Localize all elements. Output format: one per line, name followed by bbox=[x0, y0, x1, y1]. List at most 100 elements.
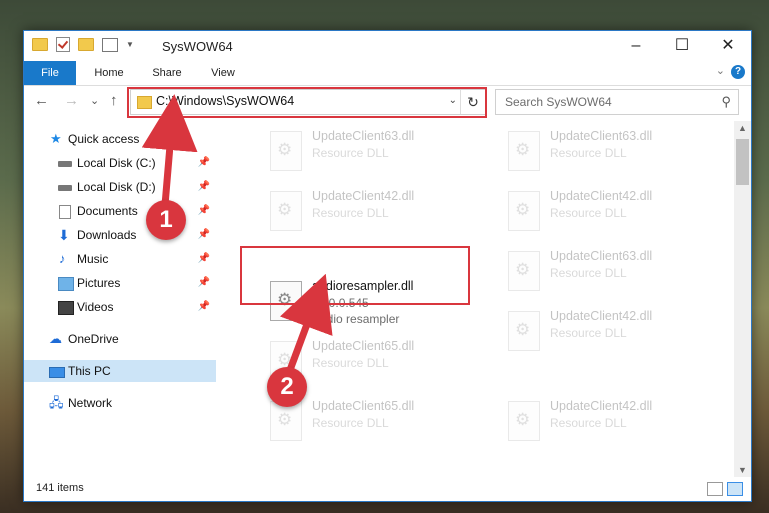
navigation-pane: ★ Quick access Local Disk (C:) 📌 Local D… bbox=[24, 121, 216, 477]
scrollbar-thumb[interactable] bbox=[736, 139, 749, 185]
file-description: Resource DLL bbox=[550, 416, 627, 430]
window-title: SysWOW64 bbox=[162, 39, 233, 54]
file-tile[interactable]: UpdateClient63.dll Resource DLL bbox=[264, 129, 494, 179]
recent-locations-button[interactable]: ⌄ bbox=[90, 94, 99, 107]
file-description: Resource DLL bbox=[550, 206, 627, 220]
sidebar-item-documents[interactable]: Documents 📌 bbox=[24, 200, 216, 222]
dll-file-icon bbox=[270, 131, 302, 171]
pin-icon[interactable]: 📌 bbox=[198, 248, 210, 270]
sidebar-item-label: OneDrive bbox=[68, 332, 119, 346]
details-view-icon[interactable] bbox=[707, 482, 723, 496]
step-1-badge: 1 bbox=[146, 200, 186, 240]
title-bar: ▼ SysWOW64 – ☐ ✕ bbox=[24, 31, 751, 61]
dll-file-icon bbox=[508, 311, 540, 351]
file-name: UpdateClient63.dll bbox=[550, 129, 653, 143]
pin-icon[interactable]: 📌 bbox=[198, 152, 210, 174]
file-tile[interactable]: UpdateClient42.dll Resource DLL bbox=[264, 189, 494, 239]
dll-file-icon bbox=[508, 131, 540, 171]
pin-icon[interactable]: 📌 bbox=[198, 272, 210, 294]
maximize-button[interactable]: ☐ bbox=[659, 31, 705, 61]
address-highlight-box bbox=[127, 87, 487, 118]
file-description: Resource DLL bbox=[550, 326, 627, 340]
ribbon-tabs: File Home Share View ⌄ ? bbox=[24, 61, 751, 86]
tab-file[interactable]: File bbox=[24, 61, 76, 85]
back-button[interactable]: ← bbox=[34, 92, 49, 109]
close-button[interactable]: ✕ bbox=[705, 31, 751, 61]
file-name: UpdateClient65.dll bbox=[312, 339, 415, 353]
file-tile[interactable]: UpdateClient42.dll Resource DLL bbox=[502, 399, 732, 449]
file-tile[interactable]: UpdateClient63.dll Resource DLL bbox=[502, 249, 732, 299]
sidebar-item-label: Downloads bbox=[77, 228, 137, 242]
sidebar-item-label: Documents bbox=[77, 204, 138, 218]
file-name: UpdateClient42.dll bbox=[312, 189, 415, 203]
sidebar-item-music[interactable]: ♪ Music 📌 bbox=[24, 248, 216, 270]
star-icon: ★ bbox=[50, 131, 62, 146]
download-icon: ⬇ bbox=[58, 227, 70, 243]
sidebar-item-label: Music bbox=[77, 252, 109, 266]
sidebar-item-onedrive[interactable]: ☁ OneDrive bbox=[24, 328, 216, 350]
file-name: UpdateClient42.dll bbox=[550, 399, 653, 413]
tab-home[interactable]: Home bbox=[84, 61, 134, 85]
qat-dropdown-icon[interactable]: ▼ bbox=[126, 40, 134, 49]
file-tile[interactable]: UpdateClient63.dll Resource DLL bbox=[502, 129, 732, 179]
item-count: 141 items bbox=[36, 482, 84, 494]
quick-access-toolbar: ▼ bbox=[32, 37, 134, 52]
pin-icon[interactable]: 📌 bbox=[198, 200, 210, 222]
vertical-scrollbar[interactable]: ▲ ▼ bbox=[734, 121, 751, 477]
pin-icon[interactable]: 📌 bbox=[198, 296, 210, 318]
file-name: UpdateClient65.dll bbox=[312, 399, 415, 413]
customize-icon[interactable] bbox=[102, 37, 118, 52]
sidebar-item-label: Videos bbox=[77, 300, 114, 314]
up-button[interactable]: ↑ bbox=[110, 92, 118, 109]
scroll-down-icon[interactable]: ▼ bbox=[734, 465, 751, 475]
status-bar: 141 items bbox=[24, 477, 751, 501]
sidebar-item-quick-access[interactable]: ★ Quick access bbox=[24, 128, 216, 150]
sidebar-item-this-pc[interactable]: This PC bbox=[24, 360, 216, 382]
folder-icon bbox=[32, 38, 48, 51]
cloud-icon: ☁ bbox=[49, 331, 62, 346]
file-description: Audio resampler bbox=[312, 312, 400, 326]
pin-icon[interactable]: 📌 bbox=[198, 224, 210, 246]
file-description: Resource DLL bbox=[550, 266, 627, 280]
pictures-icon bbox=[58, 277, 74, 291]
pin-icon[interactable]: 📌 bbox=[198, 176, 210, 198]
sidebar-item-downloads[interactable]: ⬇ Downloads 📌 bbox=[24, 224, 216, 246]
dll-file-icon bbox=[508, 251, 540, 291]
file-highlight-box bbox=[240, 246, 470, 305]
minimize-button[interactable]: – bbox=[613, 31, 659, 61]
sidebar-item-label: Local Disk (C:) bbox=[77, 156, 156, 170]
file-description: Resource DLL bbox=[312, 146, 389, 160]
tab-share[interactable]: Share bbox=[142, 61, 192, 85]
properties-check-icon[interactable] bbox=[56, 37, 70, 52]
dll-file-icon bbox=[508, 191, 540, 231]
tiles-view-icon[interactable] bbox=[727, 482, 743, 496]
dll-file-icon bbox=[508, 401, 540, 441]
tab-view[interactable]: View bbox=[198, 61, 248, 85]
file-tile[interactable]: UpdateClient65.dll Resource DLL bbox=[264, 399, 494, 449]
sidebar-item-local-disk-d[interactable]: Local Disk (D:) 📌 bbox=[24, 176, 216, 198]
sidebar-item-videos[interactable]: Videos 📌 bbox=[24, 296, 216, 318]
search-icon[interactable]: ⚲ bbox=[721, 94, 731, 110]
sidebar-item-label: Local Disk (D:) bbox=[77, 180, 156, 194]
scroll-up-icon[interactable]: ▲ bbox=[734, 123, 751, 133]
help-icon[interactable]: ? bbox=[731, 65, 745, 79]
forward-button[interactable]: → bbox=[64, 92, 79, 109]
file-name: UpdateClient42.dll bbox=[550, 309, 653, 323]
videos-icon bbox=[58, 301, 74, 315]
sidebar-item-network[interactable]: 🖧 Network bbox=[24, 392, 216, 414]
sidebar-item-local-disk-c[interactable]: Local Disk (C:) 📌 bbox=[24, 152, 216, 174]
file-name: UpdateClient42.dll bbox=[550, 189, 653, 203]
dll-file-icon bbox=[270, 191, 302, 231]
drive-icon bbox=[58, 185, 72, 191]
file-tile[interactable]: UpdateClient42.dll Resource DLL bbox=[502, 189, 732, 239]
file-description: Resource DLL bbox=[312, 356, 389, 370]
drive-icon bbox=[58, 161, 72, 167]
documents-icon bbox=[59, 205, 71, 219]
search-input[interactable]: Search SysWOW64 ⚲ bbox=[495, 89, 739, 115]
new-folder-icon[interactable] bbox=[78, 38, 94, 51]
expand-ribbon-icon[interactable]: ⌄ bbox=[716, 64, 725, 77]
navigation-bar: ← → ⌄ ↑ C:\Windows\SysWOW64 ⌄ ↻ Search S… bbox=[24, 86, 751, 118]
file-tile[interactable]: UpdateClient42.dll Resource DLL bbox=[502, 309, 732, 359]
computer-icon bbox=[49, 367, 65, 378]
sidebar-item-pictures[interactable]: Pictures 📌 bbox=[24, 272, 216, 294]
